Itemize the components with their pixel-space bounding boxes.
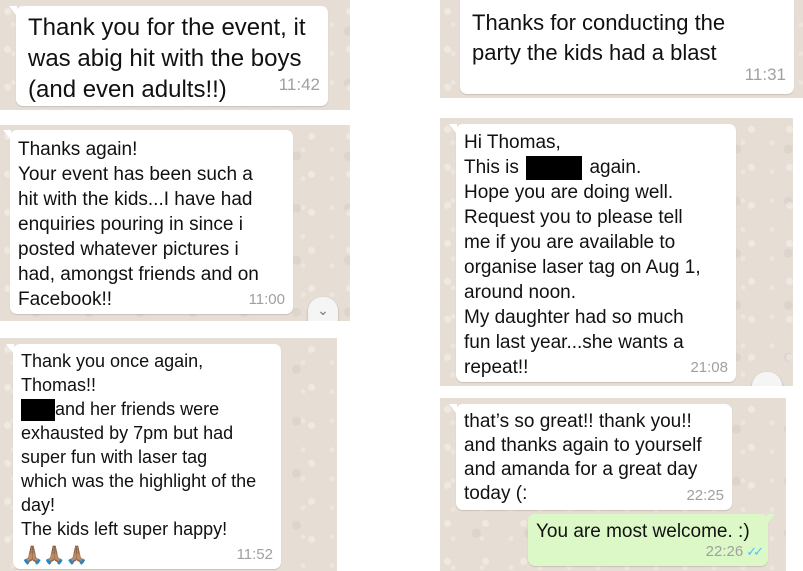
message-time-text: 22:26 — [705, 543, 744, 560]
message-line: organise laser tag on Aug 1, — [464, 257, 701, 278]
message-line: and thanks again to yourself — [464, 435, 702, 456]
message-line: The kids left super happy! — [21, 519, 228, 540]
message-timestamp: 21:08 — [690, 359, 728, 376]
message-line: and amanda for a great day — [464, 459, 698, 480]
message-timestamp: 22:26 ✓✓ — [705, 540, 764, 564]
message-line: which was the highlight of the — [21, 471, 257, 492]
message-line: Thank you for the event, it — [28, 14, 306, 41]
chevron-down-icon[interactable]: ⌄ — [752, 372, 782, 386]
chat-panel-3: Thank you once again, Thomas!! and her f… — [0, 338, 337, 571]
redacted-name — [21, 399, 55, 422]
message-line-text: again. — [589, 157, 642, 178]
message-line: Your event has been such a — [18, 164, 253, 185]
message-line: Hope you are doing well. — [464, 182, 674, 203]
message-line: day! — [21, 495, 56, 516]
message-timestamp: 22:25 — [686, 487, 724, 504]
message-timestamp: 11:52 — [236, 546, 273, 563]
message-line: around noon. — [464, 282, 576, 303]
folded-hands-emoji: 🙏🏽🙏🏽🙏🏽 — [21, 545, 89, 566]
message-line: Thanks for conducting the — [472, 10, 726, 35]
message-line: Thanks again! — [18, 139, 138, 160]
message-line: Thomas!! — [21, 375, 97, 395]
message-line: was abig hit with the boys — [28, 45, 302, 72]
message-bubble[interactable]: Hi Thomas, This is again. Hope you are d… — [449, 124, 736, 382]
message-line: Thank you once again, — [21, 351, 204, 371]
message-line: had, amongst friends and on — [18, 264, 259, 285]
message-line: Request you to please tell — [464, 207, 683, 228]
message-line: and her friends were — [21, 397, 273, 422]
message-line: super fun with laser tag — [21, 447, 208, 468]
redacted-name — [526, 155, 583, 180]
message-line: Facebook!! — [18, 289, 112, 310]
chat-panel-4: Thanks for conducting the party the kids… — [440, 0, 803, 98]
message-timestamp: 11:00 — [248, 291, 285, 308]
message-line: Hi Thomas, — [464, 132, 561, 153]
message-line: exhausted by 7pm but had — [21, 423, 234, 444]
message-line: today (: — [464, 483, 528, 504]
chat-panel-1: Thank you for the event, it was abig hit… — [0, 0, 350, 110]
message-line: repeat!! — [464, 357, 529, 378]
message-bubble[interactable]: Thank you once again, Thomas!! and her f… — [6, 344, 281, 569]
chat-panel-6: that’s so great!! thank you!! and thanks… — [440, 398, 786, 571]
message-line: hit with the kids...I have had — [18, 189, 253, 210]
chat-panel-5: Hi Thomas, This is again. Hope you are d… — [440, 118, 793, 386]
message-bubble[interactable]: Thanks for conducting the party the kids… — [460, 0, 794, 94]
message-line: party the kids had a blast — [472, 40, 717, 65]
chat-panel-2: Thanks again! Your event has been such a… — [0, 125, 350, 321]
message-line: enquiries pouring in since i — [18, 214, 243, 235]
message-bubble[interactable]: Thanks again! Your event has been such a… — [3, 130, 293, 314]
message-line: This is again. — [464, 155, 728, 180]
message-bubble[interactable]: Thank you for the event, it was abig hit… — [9, 6, 328, 106]
message-line-text: and her friends were — [55, 399, 220, 419]
message-line-text: This is — [464, 157, 519, 178]
message-timestamp: 11:42 — [278, 75, 320, 94]
message-timestamp: 11:31 — [744, 65, 786, 84]
read-receipt-icon: ✓✓ — [746, 544, 764, 559]
message-line: me if you are available to — [464, 232, 676, 253]
message-line: fun last year...she wants a — [464, 332, 684, 353]
message-line: (and even adults!!) — [28, 76, 227, 103]
outgoing-message-bubble[interactable]: You are most welcome. :) 22:26 ✓✓ — [528, 514, 775, 566]
double-chevron-down-icon[interactable]: ⌄ — [308, 297, 338, 321]
message-bubble[interactable]: that’s so great!! thank you!! and thanks… — [449, 404, 732, 510]
message-line: that’s so great!! thank you!! — [464, 411, 692, 432]
message-line: My daughter had so much — [464, 307, 684, 328]
message-line: posted whatever pictures i — [18, 239, 239, 260]
